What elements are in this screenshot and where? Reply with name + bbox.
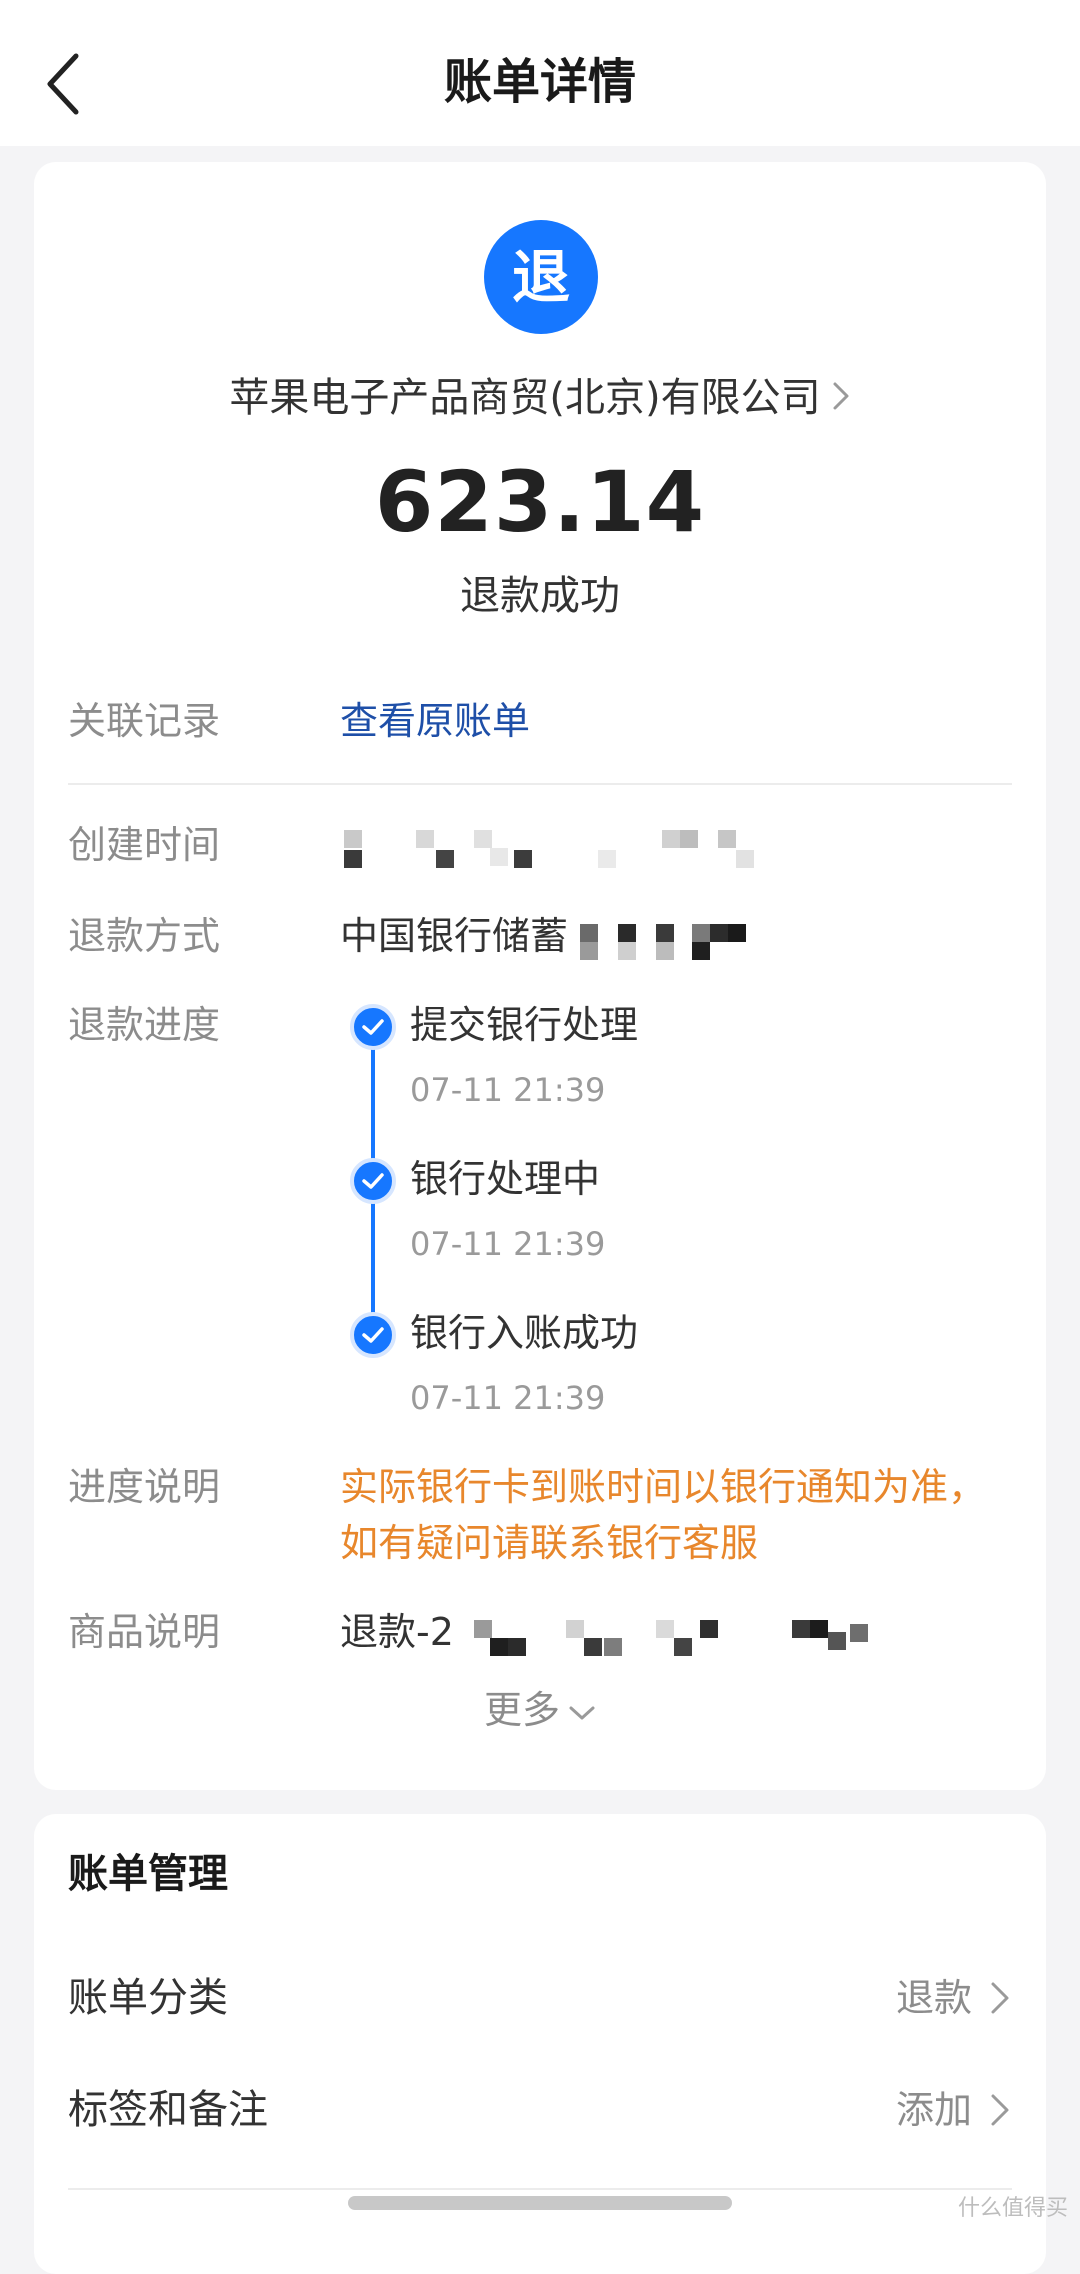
- bill-detail-card: 退 苹果电子产品商贸(北京)有限公司 623.14 退款成功 关联记录 查看原账…: [34, 162, 1046, 1790]
- nav-bar: 账单详情: [0, 0, 1080, 146]
- refund-method-value: 中国银行储蓄: [340, 914, 569, 958]
- watermark-text: 什么值得买: [957, 2196, 1068, 2221]
- more-toggle[interactable]: 更多: [34, 1682, 1046, 1738]
- merchant-row[interactable]: 苹果电子产品商贸(北京)有限公司: [34, 368, 1046, 430]
- goods-description-value: 退款-2: [340, 1610, 454, 1654]
- refund-badge-icon: 退: [484, 220, 598, 334]
- bill-management-title: 账单管理: [68, 1851, 228, 1897]
- chevron-down-icon: [569, 1706, 595, 1719]
- merchant-name: 苹果电子产品商贸(北京)有限公司: [229, 375, 821, 421]
- progress-step-time: 07-11 21:39: [410, 1379, 606, 1417]
- bill-category-label: 账单分类: [68, 1975, 228, 2021]
- created-time-label: 创建时间: [68, 823, 221, 867]
- goods-description-label: 商品说明: [68, 1610, 221, 1654]
- home-indicator: [348, 2196, 732, 2210]
- tags-and-notes-value: 添加: [895, 2088, 972, 2132]
- chevron-right-icon: [831, 370, 851, 430]
- card-number-pixelated: [580, 918, 760, 962]
- goods-description-pixelated: [474, 1614, 914, 1658]
- progress-note-label: 进度说明: [68, 1465, 221, 1509]
- progress-note-line-1: 实际银行卡到账时间以银行通知为准，: [340, 1465, 987, 1509]
- view-original-bill-link[interactable]: 查看原账单: [340, 693, 530, 749]
- tags-and-notes-label: 标签和备注: [68, 2087, 268, 2133]
- refund-status: 退款成功: [460, 573, 620, 619]
- more-label: 更多: [483, 1688, 560, 1732]
- related-record-label: 关联记录: [68, 699, 221, 743]
- chevron-right-icon: [991, 1982, 1009, 2014]
- refund-method-label: 退款方式: [68, 914, 221, 958]
- check-icon: [350, 1312, 396, 1358]
- bill-category-value: 退款: [895, 1976, 972, 2020]
- check-icon: [350, 1158, 396, 1204]
- page-title: 账单详情: [443, 54, 636, 110]
- progress-step-title: 银行处理中: [410, 1157, 601, 1201]
- refund-amount: 623.14: [374, 453, 706, 551]
- progress-step-time: 07-11 21:39: [410, 1071, 606, 1109]
- check-icon: [350, 1004, 396, 1050]
- refund-progress-label: 退款进度: [68, 1003, 221, 1047]
- divider: [68, 2188, 1012, 2190]
- progress-step-time: 07-11 21:39: [410, 1225, 606, 1263]
- created-time-pixelated: [340, 824, 760, 872]
- chevron-right-icon: [991, 2094, 1009, 2126]
- progress-note-line-2: 如有疑问请联系银行客服: [340, 1521, 759, 1565]
- progress-step-title: 提交银行处理: [410, 1003, 639, 1047]
- divider: [68, 783, 1012, 785]
- progress-step-title: 银行入账成功: [410, 1311, 639, 1355]
